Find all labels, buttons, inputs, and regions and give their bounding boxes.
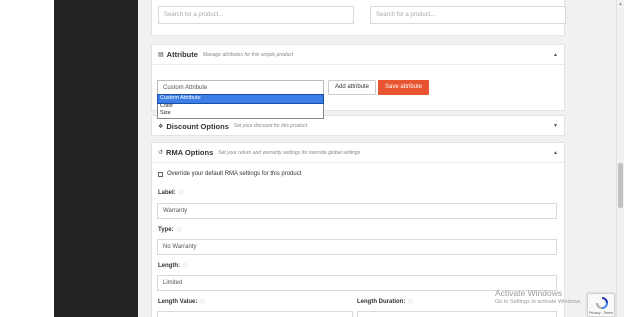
rma-title: RMA Options	[166, 148, 214, 157]
gift-icon: ❖	[158, 123, 164, 130]
page-scrollbar[interactable]: ▲	[616, 0, 624, 317]
length-duration-label: Length Duration: ⓘ	[357, 298, 413, 305]
length-value-input[interactable]	[157, 311, 353, 317]
label-field-text: Label:	[158, 190, 176, 196]
main-content: Search for a product... Search for a pro…	[138, 0, 616, 317]
length-duration-select[interactable]	[357, 311, 557, 317]
option-color[interactable]: Color	[158, 103, 323, 111]
help-icon: ⓘ	[200, 299, 206, 305]
recaptcha-badge[interactable]: Privacy - Terms	[587, 293, 615, 317]
attribute-dropdown-list: Custom Attribute Color Size	[157, 94, 324, 119]
label-field-label: Label: ⓘ	[158, 189, 184, 196]
override-rma-label: Override your default RMA settings for t…	[167, 171, 302, 177]
discount-subtitle: Set your discount for this product	[233, 123, 307, 129]
length-value-text: Length Value:	[158, 299, 198, 305]
activate-windows-title: Activate Windows	[495, 288, 563, 298]
rma-subtitle: Set your return and warranty settings fo…	[218, 149, 361, 156]
undo-icon: ↺	[158, 150, 164, 156]
help-icon: ⓘ	[408, 299, 414, 305]
linked-products-panel: Search for a product... Search for a pro…	[151, 0, 566, 36]
attribute-title: Attribute	[166, 50, 198, 59]
help-icon: ⓘ	[176, 227, 182, 233]
crosssell-search-input[interactable]: Search for a product...	[370, 6, 566, 24]
length-field-text: Length:	[158, 263, 180, 269]
override-rma-checkbox[interactable]	[158, 172, 163, 177]
scroll-up-icon[interactable]: ▲	[618, 1, 623, 6]
rma-panel-header[interactable]: ↺ RMA Options Set your return and warran…	[152, 143, 564, 163]
type-field-label: Type: ⓘ	[158, 226, 182, 233]
save-attribute-button[interactable]: Save attribute	[378, 80, 429, 95]
discount-title: Discount Options	[166, 121, 229, 131]
add-attribute-button[interactable]: Add attribute	[328, 80, 376, 95]
chevron-down-icon[interactable]: ▼	[553, 123, 558, 129]
option-custom-attribute[interactable]: Custom Attribute	[157, 94, 324, 104]
chevron-up-icon[interactable]: ▲	[553, 52, 558, 58]
attribute-panel-header[interactable]: ▤ Attribute Manage attributes for this s…	[152, 45, 564, 65]
length-duration-text: Length Duration:	[357, 299, 406, 305]
discount-panel-header[interactable]: ❖ Discount Options Set your discount for…	[152, 116, 564, 136]
recaptcha-icon	[596, 297, 608, 309]
label-input[interactable]: Warranty	[157, 203, 557, 219]
help-icon: ⓘ	[178, 190, 184, 196]
type-field-text: Type:	[158, 227, 174, 233]
recaptcha-links[interactable]: Privacy - Terms	[589, 311, 613, 315]
type-select[interactable]: No Warranty	[157, 239, 557, 255]
help-icon: ⓘ	[183, 263, 189, 269]
option-size[interactable]: Size	[158, 110, 323, 118]
upsell-search-input[interactable]: Search for a product...	[158, 6, 354, 24]
length-field-label: Length: ⓘ	[158, 262, 188, 269]
scrollbar-thumb[interactable]	[618, 163, 623, 208]
admin-sidebar	[54, 0, 138, 317]
list-icon: ▤	[158, 52, 164, 58]
length-value-label: Length Value: ⓘ	[158, 298, 205, 305]
attribute-subtitle: Manage attributes for this simple produc…	[202, 51, 294, 58]
chevron-up-icon[interactable]: ▲	[553, 150, 558, 156]
activate-windows-subtitle: Go to Settings to activate Windows.	[495, 299, 582, 305]
